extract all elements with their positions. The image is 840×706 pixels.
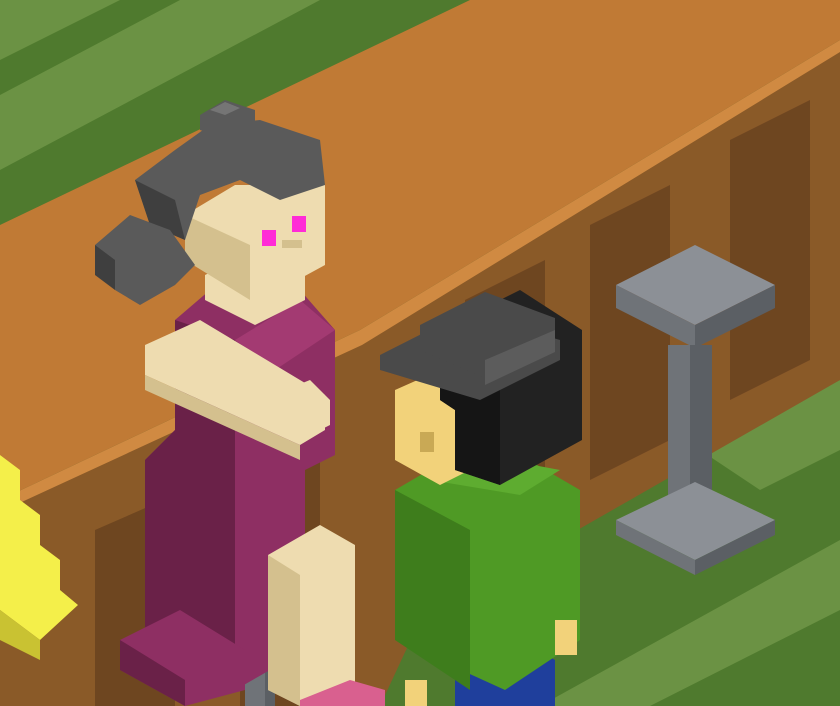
game-viewport[interactable] bbox=[0, 0, 840, 706]
game-scene bbox=[0, 0, 840, 706]
player-character[interactable] bbox=[380, 290, 582, 706]
